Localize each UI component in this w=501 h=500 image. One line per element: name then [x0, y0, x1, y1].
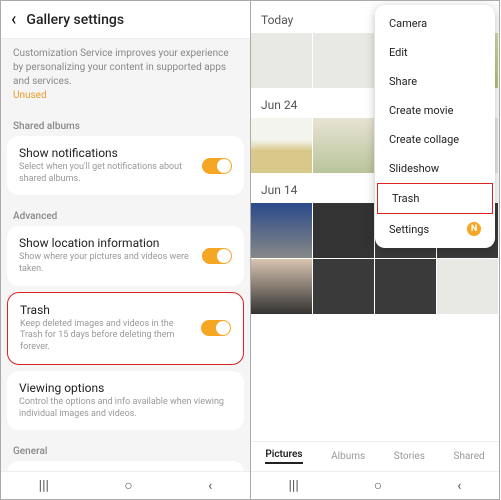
thumbnail[interactable] — [313, 33, 374, 88]
trash-row[interactable]: Trash Keep deleted images and videos in … — [7, 292, 244, 365]
location-toggle[interactable] — [202, 248, 232, 264]
overflow-menu: Camera Edit Share Create movie Create co… — [375, 5, 495, 248]
customization-note: Customization Service improves your expe… — [1, 39, 250, 111]
thumbnail[interactable] — [313, 118, 374, 173]
thumbnail[interactable] — [251, 203, 312, 258]
thumbnail[interactable] — [375, 259, 436, 314]
menu-create-collage[interactable]: Create collage — [375, 125, 495, 154]
recent-icon[interactable]: ||| — [289, 478, 299, 494]
section-general: General — [1, 436, 250, 461]
menu-create-movie[interactable]: Create movie — [375, 96, 495, 125]
gallery-tabs: Pictures Albums Stories Shared — [251, 441, 499, 471]
menu-slideshow[interactable]: Slideshow — [375, 154, 495, 183]
back-icon[interactable]: ‹ — [11, 9, 16, 30]
menu-edit[interactable]: Edit — [375, 38, 495, 67]
back-nav-icon[interactable]: ‹ — [457, 478, 461, 494]
home-icon[interactable]: ○ — [124, 477, 132, 494]
viewing-options-row[interactable]: Viewing options Control the options and … — [7, 371, 244, 430]
android-navbar: ||| ○ ‹ — [1, 471, 250, 499]
android-navbar: ||| ○ ‹ — [251, 471, 499, 499]
menu-share[interactable]: Share — [375, 67, 495, 96]
home-icon[interactable]: ○ — [374, 477, 382, 494]
show-location-row[interactable]: Show location information Show where you… — [7, 226, 244, 285]
trash-toggle[interactable] — [201, 320, 231, 336]
thumbnail[interactable] — [313, 259, 374, 314]
thumbnail[interactable] — [313, 203, 374, 258]
section-shared: Shared albums — [1, 111, 250, 136]
menu-trash[interactable]: Trash — [377, 183, 493, 214]
notifications-toggle[interactable] — [202, 158, 232, 174]
tab-albums[interactable]: Albums — [331, 451, 365, 462]
thumbnail[interactable] — [437, 259, 498, 314]
tab-stories[interactable]: Stories — [394, 451, 425, 462]
thumbnail[interactable] — [251, 118, 312, 173]
back-nav-icon[interactable]: ‹ — [208, 478, 212, 494]
section-advanced: Advanced — [1, 201, 250, 226]
thumbnail[interactable] — [251, 259, 312, 314]
settings-screen: ‹ Gallery settings Customization Service… — [0, 0, 250, 500]
recent-icon[interactable]: ||| — [39, 478, 49, 494]
menu-settings[interactable]: Settings N — [375, 214, 495, 244]
tab-shared[interactable]: Shared — [454, 451, 485, 462]
show-notifications-row[interactable]: Show notifications Select when you'll ge… — [7, 136, 244, 195]
gallery-screen: Today Jun 24 Jun 14 — [250, 0, 500, 500]
thumbnail[interactable] — [251, 33, 312, 88]
menu-camera[interactable]: Camera — [375, 9, 495, 38]
unused-link[interactable]: Unused — [13, 90, 47, 101]
header: ‹ Gallery settings — [1, 1, 250, 39]
tab-pictures[interactable]: Pictures — [265, 449, 302, 464]
page-title: Gallery settings — [26, 12, 124, 28]
new-badge: N — [467, 222, 481, 236]
